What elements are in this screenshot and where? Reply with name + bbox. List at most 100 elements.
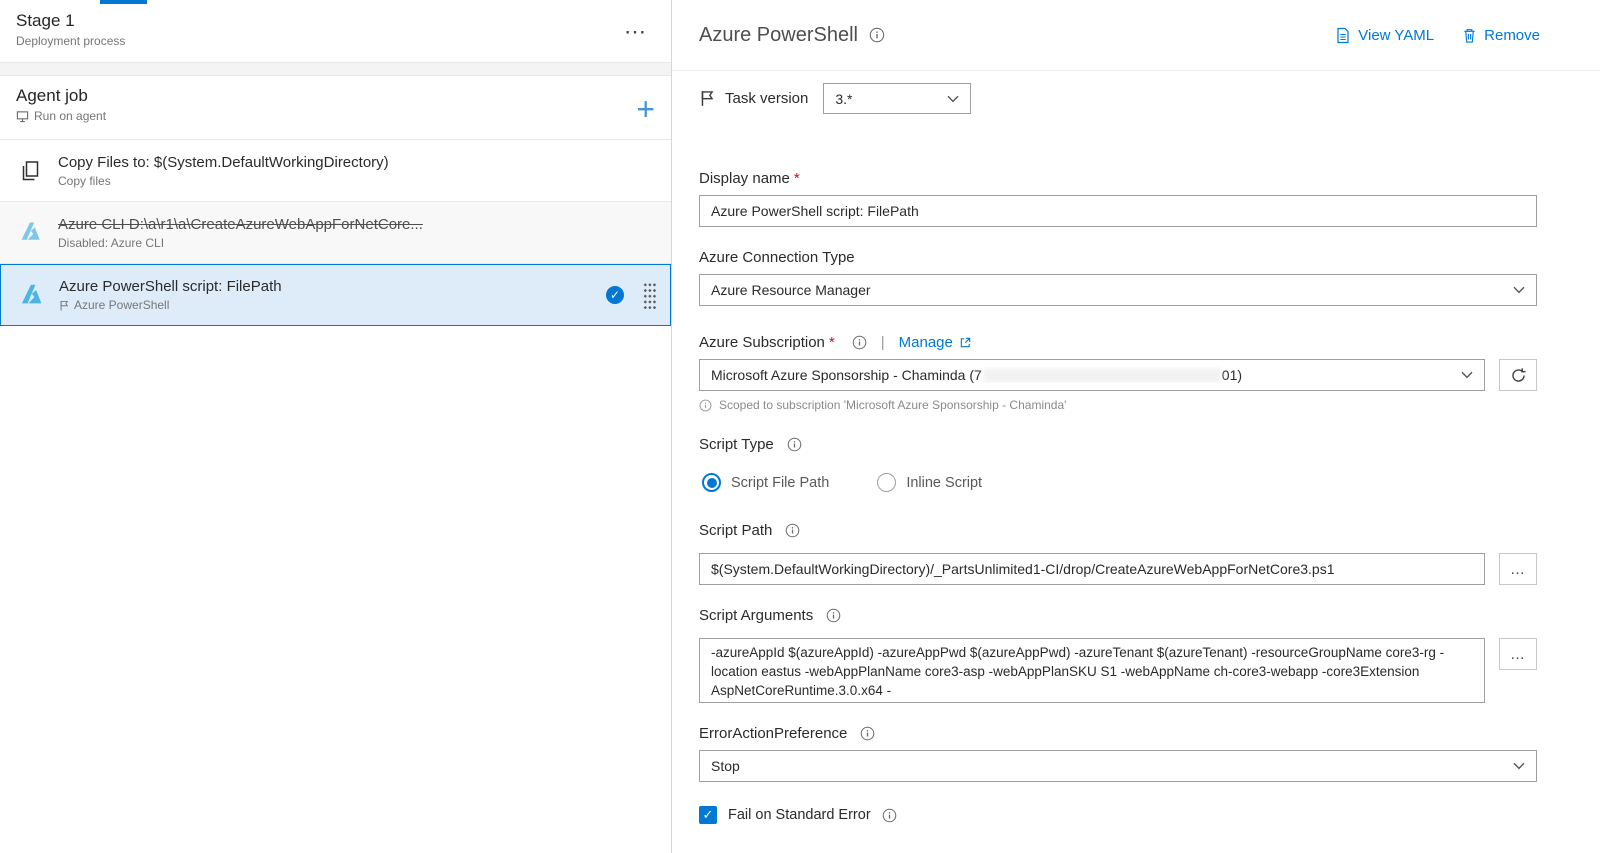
info-icon[interactable] [852,335,867,350]
separator: | [880,334,885,351]
task-selected-check-icon: ✓ [606,286,624,304]
task-settings-panel: Azure PowerShell View YAML Remove Task v… [672,0,1600,853]
task-settings-header: Azure PowerShell View YAML Remove [672,0,1600,71]
script-arguments-textarea[interactable]: -azureAppId $(azureAppId) -azureAppPwd $… [699,638,1485,704]
task-subtitle: Copy files [58,173,111,188]
refresh-icon [1511,367,1526,382]
fail-on-stderr-row: ✓ Fail on Standard Error [699,806,1537,825]
section-divider [0,63,671,76]
task-settings-body: Task version 3.* Display name * Azure Co… [672,71,1600,834]
script-type-options: Script File Path Inline Script [702,473,1537,492]
stage-more-button[interactable]: ⋯ [620,11,651,62]
display-name-input[interactable] [699,195,1537,227]
script-type-group: Script Type Script File Path Inline Scri… [699,436,1537,492]
redacted-subscription-id [982,368,1221,384]
info-icon[interactable] [882,808,897,823]
info-icon[interactable] [785,523,800,538]
view-yaml-label: View YAML [1358,26,1435,44]
task-title: Azure CLI D:\a\r1\a\CreateAzureWebAppFor… [58,215,423,233]
radio-script-file-path[interactable]: Script File Path [702,473,829,492]
remove-label: Remove [1484,26,1540,44]
script-path-input[interactable] [699,553,1485,585]
error-action-label: ErrorActionPreference [699,725,848,743]
task-subtitle: Azure PowerShell [74,298,170,312]
chevron-down-icon [1513,763,1525,770]
task-version-dropdown[interactable]: 3.* [823,83,972,114]
subscription-group: Azure Subscription * | Manage Microsoft … [699,334,1537,412]
manage-link[interactable]: Manage [899,334,972,351]
refresh-subscriptions-button[interactable] [1499,359,1537,391]
scoped-note: Scoped to subscription 'Microsoft Azure … [719,398,1067,412]
deployment-process-panel: Stage 1 Deployment process ⋯ Agent job R… [0,0,672,853]
info-icon[interactable] [826,608,841,623]
agent-icon [16,110,29,122]
task-version-value: 3.* [835,90,853,107]
connection-type-value: Azure Resource Manager [711,282,871,298]
subscription-value-prefix: Microsoft Azure Sponsorship - Chaminda (… [711,366,982,383]
trash-icon [1464,28,1475,43]
flag-icon [60,300,69,310]
script-arguments-group: Script Arguments -azureAppId $(azureAppI… [699,607,1537,704]
subscription-value-suffix: 01) [1221,366,1243,383]
task-title: Azure PowerShell script: FilePath [59,278,282,295]
view-yaml-button[interactable]: View YAML [1335,27,1434,44]
stage-title: Stage 1 [16,11,75,30]
view-yaml-icon [1337,27,1349,43]
error-action-value: Stop [711,758,740,775]
agent-job-row[interactable]: Agent job Run on agent + [0,76,671,140]
task-version-flag-icon [701,91,714,106]
manage-label: Manage [898,334,953,351]
connection-type-dropdown[interactable]: Azure Resource Manager [699,274,1537,306]
expand-script-arguments-button[interactable]: … [1499,638,1537,670]
connection-type-group: Azure Connection Type Azure Resource Man… [699,249,1537,306]
active-tab-indicator [100,0,147,4]
agent-job-title: Agent job [16,86,88,105]
subscription-dropdown[interactable]: Microsoft Azure Sponsorship - Chaminda (… [699,359,1485,391]
task-row-copy-files[interactable]: Copy Files to: $(System.DefaultWorkingDi… [0,140,671,202]
copy-files-icon [22,160,39,180]
chevron-down-icon [1461,371,1473,379]
task-drag-handle[interactable] [642,280,656,310]
error-action-dropdown[interactable]: Stop [699,750,1537,783]
radio-label: Inline Script [906,474,983,491]
script-path-label: Script Path [699,522,773,539]
info-icon [699,399,712,411]
task-row-azure-powershell[interactable]: Azure PowerShell script: FilePath Azure … [0,264,671,326]
azure-powershell-icon [21,284,41,303]
subscription-label: Azure Subscription [699,334,825,351]
stage-header: Stage 1 Deployment process ⋯ [0,0,671,63]
connection-type-label: Azure Connection Type [699,249,855,266]
display-name-label: Display name [699,170,790,187]
stage-subtitle: Deployment process [16,34,126,48]
fail-on-stderr-label: Fail on Standard Error [728,807,871,824]
azure-cli-icon [21,222,40,240]
scoped-note-row: Scoped to subscription 'Microsoft Azure … [699,398,1537,412]
remove-task-button[interactable]: Remove [1462,27,1540,44]
agent-job-subtitle: Run on agent [34,109,107,123]
browse-script-path-button[interactable]: … [1499,553,1537,585]
external-link-icon [960,337,971,348]
chevron-down-icon [947,95,959,102]
fail-on-stderr-checkbox[interactable]: ✓ [699,806,717,825]
task-version-row: Task version 3.* [699,83,1537,114]
radio-dot [702,473,721,492]
info-icon[interactable] [869,27,885,43]
script-type-label: Script Type [699,436,774,453]
task-version-label: Task version [725,90,809,107]
task-row-azure-cli[interactable]: Azure CLI D:\a\r1\a\CreateAzureWebAppFor… [0,202,671,264]
add-task-button[interactable]: + [636,86,655,139]
task-title: Copy Files to: $(System.DefaultWorkingDi… [58,153,389,171]
task-subtitle: Disabled: Azure CLI [58,235,165,250]
error-action-group: ErrorActionPreference Stop [699,725,1537,783]
required-marker: * [828,334,835,351]
info-icon[interactable] [860,726,875,741]
radio-label: Script File Path [731,474,830,491]
info-icon[interactable] [787,437,802,452]
display-name-group: Display name * [699,170,1537,227]
release-pipeline-editor: Stage 1 Deployment process ⋯ Agent job R… [0,0,1600,853]
script-path-group: Script Path … [699,522,1537,585]
chevron-down-icon [1513,286,1525,294]
task-settings-title: Azure PowerShell [699,23,858,46]
radio-inline-script[interactable]: Inline Script [877,473,982,492]
script-arguments-label: Script Arguments [699,607,814,624]
